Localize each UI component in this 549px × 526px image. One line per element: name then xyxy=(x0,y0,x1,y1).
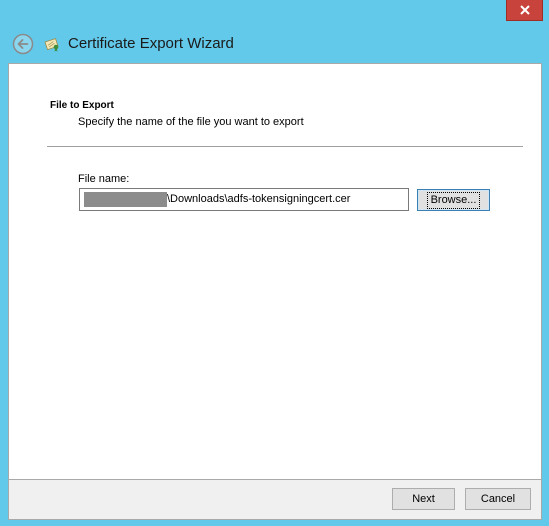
back-arrow-icon xyxy=(12,33,34,55)
file-name-value: \Downloads\adfs-tokensigningcert.cer xyxy=(167,193,351,205)
close-icon xyxy=(519,5,530,15)
wizard-title: Certificate Export Wizard xyxy=(68,35,234,52)
redacted-path xyxy=(84,192,167,207)
wizard-footer xyxy=(8,480,542,520)
next-button-label: Next xyxy=(412,493,435,505)
file-name-label: File name: xyxy=(78,173,130,185)
cancel-button-label: Cancel xyxy=(480,493,516,505)
next-button[interactable]: Next xyxy=(392,488,455,510)
section-title: File to Export xyxy=(50,100,114,111)
browse-button[interactable]: Browse... xyxy=(417,189,490,211)
back-button[interactable] xyxy=(12,33,34,55)
certificate-icon xyxy=(44,35,61,52)
close-button[interactable] xyxy=(506,0,543,21)
file-name-input[interactable]: \Downloads\adfs-tokensigningcert.cer xyxy=(79,188,409,211)
section-description: Specify the name of the file you want to… xyxy=(78,116,304,128)
cancel-button[interactable]: Cancel xyxy=(465,488,531,510)
browse-button-label: Browse... xyxy=(426,191,481,209)
separator xyxy=(47,146,523,147)
